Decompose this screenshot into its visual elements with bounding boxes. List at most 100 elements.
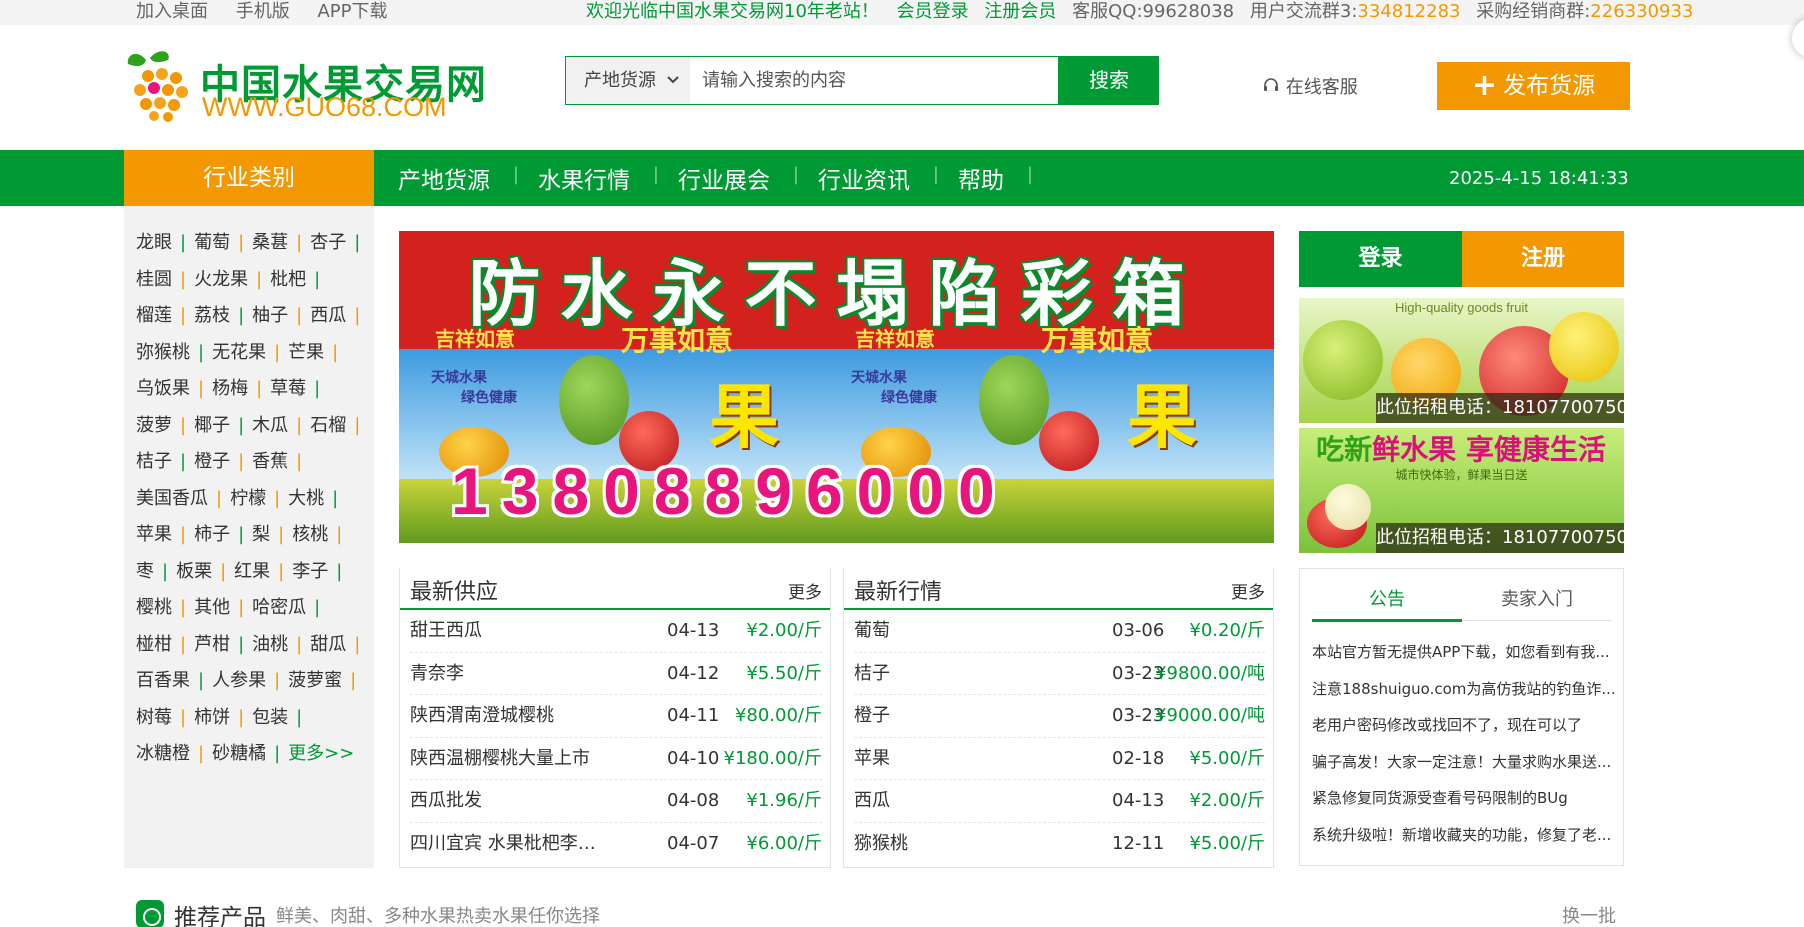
category-item[interactable]: 百香果	[136, 666, 190, 692]
member-register-link[interactable]: 注册会员	[984, 1, 1056, 22]
search-button[interactable]: 搜索	[1059, 56, 1159, 105]
list-item-name[interactable]: 苹果	[854, 738, 890, 780]
category-item[interactable]: 枇杷	[270, 265, 306, 291]
mobile-link[interactable]: 手机版	[236, 1, 290, 22]
list-item[interactable]: 橙子 03-23 ¥9000.00/吨	[854, 695, 1265, 738]
category-item[interactable]: 李子	[292, 557, 328, 583]
nav-item-market[interactable]: 水果行情	[514, 161, 659, 195]
category-item[interactable]: 菠萝蜜	[288, 666, 342, 692]
list-item-name[interactable]: 四川宜宾 水果枇杷李子...	[410, 823, 610, 865]
app-download-link[interactable]: APP下载	[317, 1, 387, 22]
latest-market-more-link[interactable]: 更多	[1231, 578, 1265, 603]
notice-item[interactable]: 注意188shuiguo.com为高仿我站的钓鱼诈...	[1312, 678, 1617, 715]
nav-item-help[interactable]: 帮助	[934, 161, 1033, 195]
online-service-link[interactable]: 在线客服	[1262, 73, 1358, 99]
search-input[interactable]	[690, 57, 1058, 104]
industry-category-header[interactable]: 行业类别	[124, 150, 374, 206]
list-item[interactable]: 苹果 02-18 ¥5.00/斤	[854, 738, 1265, 780]
list-item[interactable]: 甜王西瓜 04-13 ¥2.00/斤	[410, 610, 822, 653]
list-item-name[interactable]: 青奈李	[410, 653, 464, 695]
category-item[interactable]: 香蕉	[252, 447, 288, 473]
category-item[interactable]: 芒果	[288, 338, 324, 364]
category-item[interactable]: 哈密瓜	[252, 593, 306, 619]
category-item[interactable]: 核桃	[292, 520, 328, 546]
nav-item-news[interactable]: 行业资讯	[794, 161, 939, 195]
list-item[interactable]: 陕西温棚樱桃大量上市 04-10 ¥180.00/斤	[410, 738, 822, 780]
publish-supply-button[interactable]: + 发布货源	[1437, 62, 1630, 110]
notice-item[interactable]: 骗子高发！大家一定注意！大量求购水果送...	[1312, 751, 1617, 788]
category-item[interactable]: 乌饭果	[136, 374, 190, 400]
category-item[interactable]: 大桃	[288, 484, 324, 510]
category-item[interactable]: 葡萄	[194, 228, 230, 254]
refresh-batch-link[interactable]: 换一批	[1562, 902, 1616, 927]
category-item[interactable]: 柿子	[194, 520, 230, 546]
list-item[interactable]: 西瓜 04-13 ¥2.00/斤	[854, 780, 1265, 823]
notice-item[interactable]: 老用户密码修改或找回不了，现在可以了	[1312, 714, 1617, 751]
category-item[interactable]: 甜瓜	[310, 630, 346, 656]
category-item[interactable]: 樱桃	[136, 593, 172, 619]
category-item[interactable]: 榴莲	[136, 301, 172, 327]
add-desktop-link[interactable]: 加入桌面	[136, 1, 208, 22]
notice-item[interactable]: 紧急修复同货源受查看号码限制的BUg	[1312, 787, 1617, 824]
search-type-select[interactable]: 产地货源	[566, 57, 690, 104]
list-item[interactable]: 西瓜批发 04-08 ¥1.96/斤	[410, 780, 822, 823]
category-item[interactable]: 枣	[136, 557, 154, 583]
nav-item-exhibition[interactable]: 行业展会	[654, 161, 799, 195]
more-categories-link[interactable]: 更多>>	[288, 739, 354, 765]
login-button[interactable]: 登录	[1299, 231, 1462, 287]
list-item-name[interactable]: 猕猴桃	[854, 823, 908, 865]
category-item[interactable]: 荔枝	[194, 301, 230, 327]
category-item[interactable]: 火龙果	[194, 265, 248, 291]
category-item[interactable]: 木瓜	[252, 411, 288, 437]
category-item[interactable]: 苹果	[136, 520, 172, 546]
category-item[interactable]: 板栗	[176, 557, 212, 583]
list-item[interactable]: 四川宜宾 水果枇杷李子... 04-07 ¥6.00/斤	[410, 823, 822, 866]
list-item-name[interactable]: 西瓜批发	[410, 780, 482, 822]
category-item[interactable]: 芦柑	[194, 630, 230, 656]
latest-supply-more-link[interactable]: 更多	[788, 578, 822, 603]
list-item-name[interactable]: 橙子	[854, 695, 890, 737]
list-item-name[interactable]: 陕西渭南澄城樱桃	[410, 695, 554, 737]
list-item[interactable]: 猕猴桃 12-11 ¥5.00/斤	[854, 823, 1265, 866]
list-item-name[interactable]: 西瓜	[854, 780, 890, 822]
category-item[interactable]: 弥猴桃	[136, 338, 190, 364]
register-button[interactable]: 注册	[1462, 231, 1624, 287]
tab-seller-guide[interactable]: 卖家入门	[1462, 585, 1612, 611]
list-item[interactable]: 葡萄 03-06 ¥0.20/斤	[854, 610, 1265, 653]
banner-ad[interactable]: 防水永不塌陷彩箱 吉祥如意 万事如意 吉祥如意 万事如意 天城水果 绿色健康 天…	[399, 231, 1274, 543]
category-item[interactable]: 西瓜	[310, 301, 346, 327]
category-item[interactable]: 杨梅	[212, 374, 248, 400]
category-item[interactable]: 椪柑	[136, 630, 172, 656]
category-item[interactable]: 石榴	[310, 411, 346, 437]
category-item[interactable]: 龙眼	[136, 228, 172, 254]
notice-item[interactable]: 本站官方暂无提供APP下载，如您看到有我...	[1312, 641, 1617, 678]
site-logo[interactable]: 中国水果交易网 WWW.GUO68.COM	[126, 48, 486, 123]
category-item[interactable]: 菠萝	[136, 411, 172, 437]
category-item[interactable]: 其他	[194, 593, 230, 619]
list-item-name[interactable]: 桔子	[854, 653, 890, 695]
category-item[interactable]: 包装	[252, 703, 288, 729]
list-item-name[interactable]: 葡萄	[854, 610, 890, 652]
category-item[interactable]: 桑葚	[252, 228, 288, 254]
category-item[interactable]: 无花果	[212, 338, 266, 364]
list-item-name[interactable]: 陕西温棚樱桃大量上市	[410, 738, 590, 780]
list-item[interactable]: 青奈李 04-12 ¥5.50/斤	[410, 653, 822, 695]
category-item[interactable]: 梨	[252, 520, 270, 546]
category-item[interactable]: 柚子	[252, 301, 288, 327]
category-item[interactable]: 美国香瓜	[136, 484, 208, 510]
category-item[interactable]: 橙子	[194, 447, 230, 473]
list-item-name[interactable]: 甜王西瓜	[410, 610, 482, 652]
list-item[interactable]: 陕西渭南澄城樱桃 04-11 ¥80.00/斤	[410, 695, 822, 738]
category-item[interactable]: 砂糖橘	[212, 739, 266, 765]
category-item[interactable]: 树莓	[136, 703, 172, 729]
ad-slot-2[interactable]: 吃新鲜水果 享健康生活 城市快体验，鲜果当日送 此位招租电话：181077007…	[1299, 428, 1624, 553]
notice-item[interactable]: 系统升级啦！新增收藏夹的功能，修复了老...	[1312, 824, 1617, 861]
category-item[interactable]: 柠檬	[230, 484, 266, 510]
member-login-link[interactable]: 会员登录	[897, 1, 969, 22]
category-item[interactable]: 人参果	[212, 666, 266, 692]
ad-slot-1[interactable]: High-quality goods fruit 此位招租电话：18107700…	[1299, 298, 1624, 423]
category-item[interactable]: 草莓	[270, 374, 306, 400]
tab-announcement[interactable]: 公告	[1312, 585, 1462, 611]
category-item[interactable]: 油桃	[252, 630, 288, 656]
list-item[interactable]: 桔子 03-23 ¥9800.00/吨	[854, 653, 1265, 695]
